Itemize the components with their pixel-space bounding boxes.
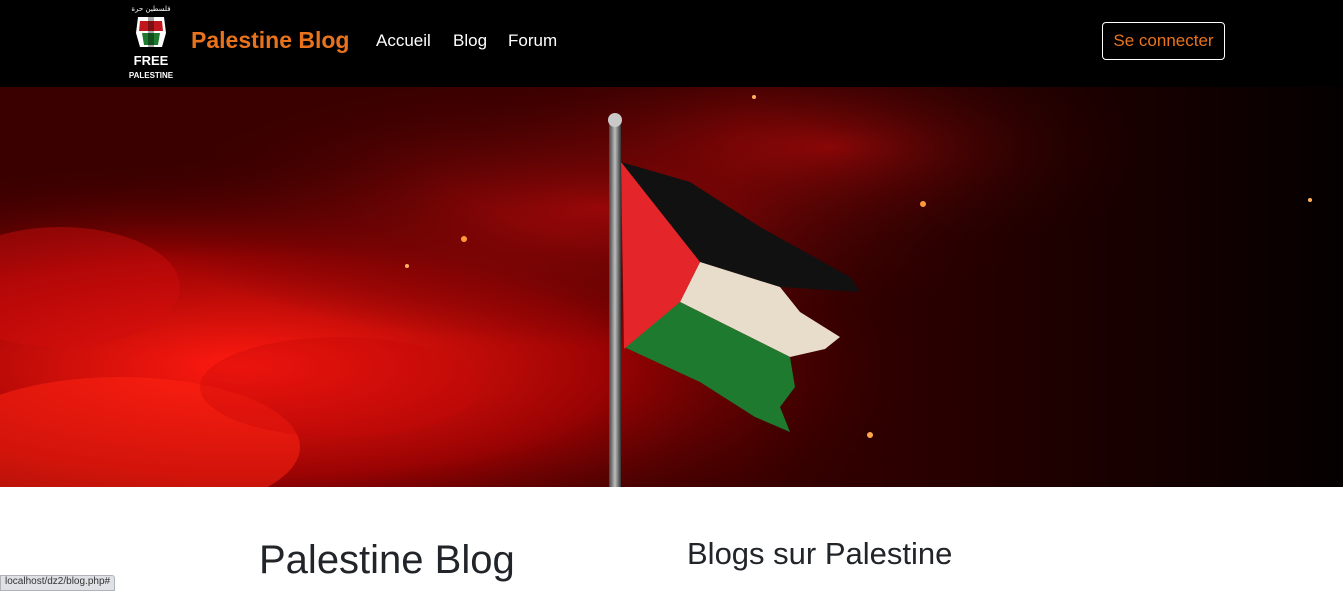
hero-banner <box>0 87 1343 487</box>
hero-image <box>0 87 1343 487</box>
nav-link-accueil[interactable]: Accueil <box>376 31 431 51</box>
free-palestine-logo[interactable]: فلسطين حرة FREE PALESTINE <box>128 3 174 83</box>
status-bar-url: localhost/dz2/blog.php# <box>0 575 116 591</box>
section-heading: Blogs sur Palestine <box>687 536 953 571</box>
page-heading: Palestine Blog <box>259 538 515 582</box>
login-button[interactable]: Se connecter <box>1102 22 1225 60</box>
navbar: فلسطين حرة FREE PALESTINE Palestine Blog… <box>0 0 1343 87</box>
logo-arabic-text: فلسطين حرة <box>131 5 170 13</box>
brand-link[interactable]: Palestine Blog <box>191 27 349 54</box>
nav-link-blog[interactable]: Blog <box>453 31 487 51</box>
logo-free-text: FREE <box>134 53 169 68</box>
nav-link-forum[interactable]: Forum <box>508 31 557 51</box>
logo-palestine-text: PALESTINE <box>129 71 174 80</box>
